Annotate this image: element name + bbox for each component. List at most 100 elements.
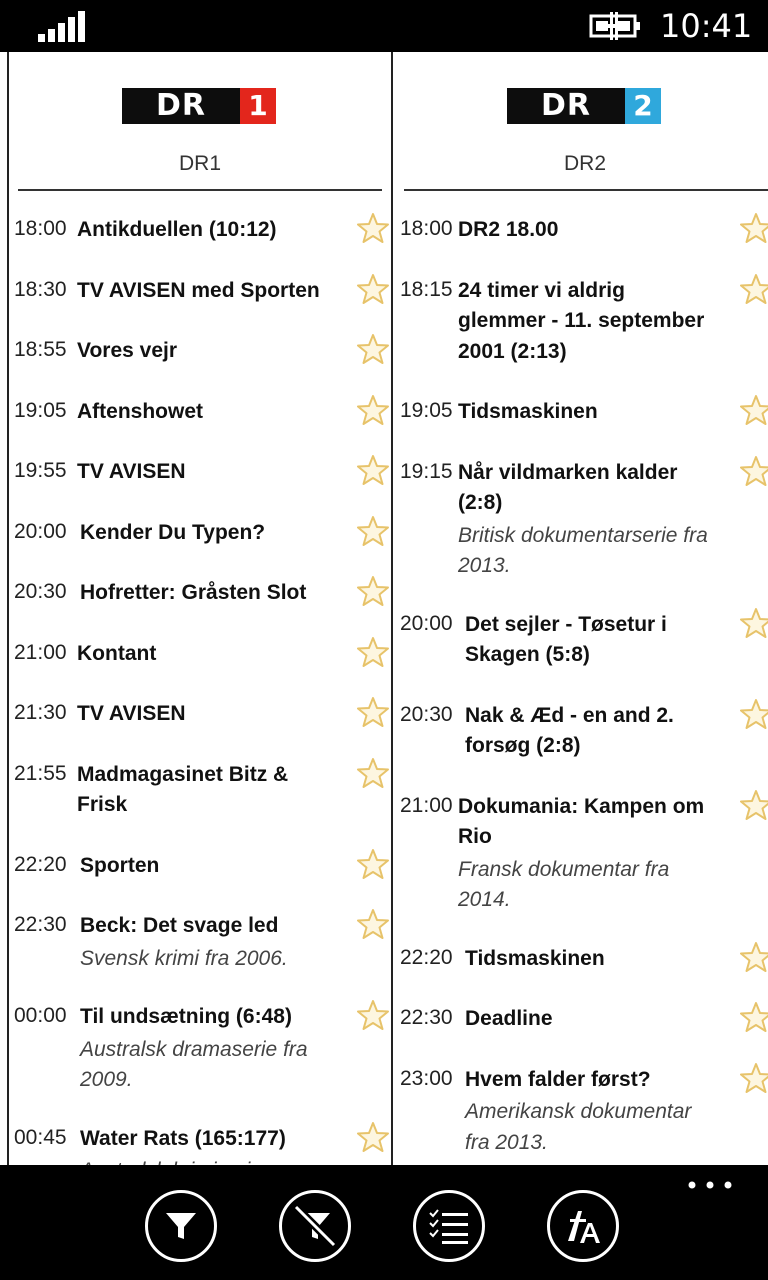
program-time: 20:30 (400, 702, 453, 726)
channel-name: DR1 (178, 152, 221, 175)
program-title: Kontant (77, 641, 157, 665)
clear-filter-button[interactable] (279, 1190, 351, 1262)
program-time: 20:00 (400, 611, 453, 635)
program-title: 24 timer vi aldrig (458, 278, 625, 302)
signal-strength-icon (38, 11, 85, 42)
favorite-star-icon[interactable] (357, 212, 389, 244)
program-title: TV AVISEN med Sporten (77, 278, 320, 302)
program-time: 18:30 (14, 277, 67, 301)
favorite-star-icon[interactable] (357, 333, 389, 365)
program-time: 18:00 (14, 217, 67, 240)
program-description: Britisk dokumentarserie fra (458, 523, 708, 547)
program-title: Når vildmarken kalder (458, 460, 678, 484)
program-description: Fransk dokumentar fra (458, 857, 670, 881)
program-time: 19:05 (14, 398, 67, 422)
program-title: Kender Du Typen? (80, 520, 266, 544)
program-time: 19:05 (400, 399, 453, 422)
program-time: 21:00 (14, 640, 67, 664)
program-description: 2009. (80, 1068, 133, 1091)
program-title: Det sejler - Tøsetur i (465, 612, 667, 636)
channel-underline (18, 189, 382, 191)
program-title: Vores vejr (77, 339, 178, 362)
favorite-star-icon[interactable] (740, 607, 768, 639)
more-dots-icon[interactable] (688, 1175, 732, 1195)
favorite-star-icon[interactable] (357, 515, 389, 547)
program-title: Sporten (80, 853, 160, 877)
program-title: TV AVISEN (77, 460, 186, 483)
favorite-star-icon[interactable] (740, 1001, 768, 1033)
program-title: Skagen (5:8) (465, 643, 590, 666)
program-title: Antikduellen (10:12) (77, 218, 277, 241)
favorite-star-icon[interactable] (740, 273, 768, 305)
favorite-star-icon[interactable] (740, 212, 768, 244)
favorite-star-icon[interactable] (357, 454, 389, 486)
program-title: (2:8) (458, 491, 503, 514)
program-title: Nak & Æd - en and 2. (465, 703, 674, 727)
program-title: Frisk (77, 793, 128, 816)
filter-button[interactable] (145, 1190, 217, 1262)
program-title: forsøg (2:8) (465, 734, 581, 757)
favorite-star-icon[interactable] (357, 636, 389, 668)
channel-column-dr1[interactable]: DR 1 DR1 18:00 Antikduellen (10:12) 18:30 T… (0, 52, 392, 1165)
program-description: Svensk krimi fra 2006. (80, 946, 288, 970)
favorite-star-icon[interactable] (357, 696, 389, 728)
program-title: DR2 18.00 (458, 218, 559, 241)
channel-underline (404, 189, 768, 191)
program-title: Rio (458, 825, 492, 848)
program-description: Amerikansk dokumentar (465, 1100, 692, 1123)
favorite-star-icon[interactable] (357, 757, 389, 789)
program-title: Hofretter: Gråsten Slot (80, 581, 307, 604)
program-title: Water Rats (165:177) (80, 1126, 286, 1150)
program-time: 22:30 (14, 913, 67, 936)
program-title: Hvem falder først? (465, 1067, 651, 1091)
program-description: Australsk krimiserie. (80, 1155, 268, 1165)
battery-charging-icon (589, 12, 640, 40)
favorite-star-icon[interactable] (357, 1121, 389, 1153)
program-time: 23:00 (400, 1066, 453, 1090)
favorite-star-icon[interactable] (357, 908, 389, 940)
program-title: Beck: Det svage led (80, 914, 279, 937)
favorite-star-icon[interactable] (357, 394, 389, 426)
favorite-star-icon[interactable] (740, 698, 768, 730)
program-time: 19:55 (14, 459, 67, 482)
program-time: 22:30 (400, 1006, 453, 1029)
favorite-star-icon[interactable] (740, 394, 768, 426)
program-title: Aftenshowet (77, 399, 203, 423)
program-description: 2013. (458, 554, 511, 577)
favorite-star-icon[interactable] (740, 455, 768, 487)
clock: 10:41 (660, 7, 753, 45)
program-time: 22:20 (400, 945, 453, 969)
channel-column-dr2[interactable]: DR 2 DR2 18:00 DR2 18.00 18:15 24 timer vi … (392, 52, 768, 1165)
clear-filter-icon (293, 1204, 337, 1248)
program-time: 21:55 (14, 761, 67, 785)
program-title: glemmer - 11. september (458, 309, 705, 332)
program-title: Dokumania: Kampen om (458, 794, 705, 818)
favorite-star-icon[interactable] (357, 848, 389, 880)
program-title: Til undsætning (6:48) (80, 1005, 292, 1028)
program-description: fra 2013. (465, 1130, 548, 1154)
list-view-button[interactable] (413, 1190, 485, 1262)
font-size-icon (568, 1211, 600, 1243)
favorite-star-icon[interactable] (357, 999, 389, 1031)
program-title: Tidsmaskinen (465, 946, 605, 970)
program-time: 21:00 (400, 793, 453, 817)
program-description: Australsk dramaserie fra (80, 1037, 308, 1061)
favorite-star-icon[interactable] (740, 1062, 768, 1094)
tv-guide-content[interactable]: DR 1 DR1 18:00 Antikduellen (10:12) 18:30 T… (0, 52, 768, 1165)
app-bar (0, 1165, 768, 1280)
program-title: TV AVISEN (77, 702, 186, 725)
status-bar: 10:41 (0, 0, 768, 52)
program-time: 20:30 (14, 580, 67, 603)
favorite-star-icon[interactable] (357, 273, 389, 305)
program-title: 2001 (2:13) (458, 339, 567, 363)
channel-logo: DR 2 (507, 88, 661, 124)
favorite-star-icon[interactable] (357, 575, 389, 607)
font-size-button[interactable] (547, 1190, 619, 1262)
program-time: 19:15 (400, 459, 453, 483)
program-time: 00:00 (14, 1004, 67, 1027)
favorite-star-icon[interactable] (740, 789, 768, 821)
favorite-star-icon[interactable] (740, 941, 768, 973)
list-icon (429, 1209, 468, 1244)
program-time: 21:30 (14, 701, 67, 724)
program-time: 20:00 (14, 519, 67, 543)
